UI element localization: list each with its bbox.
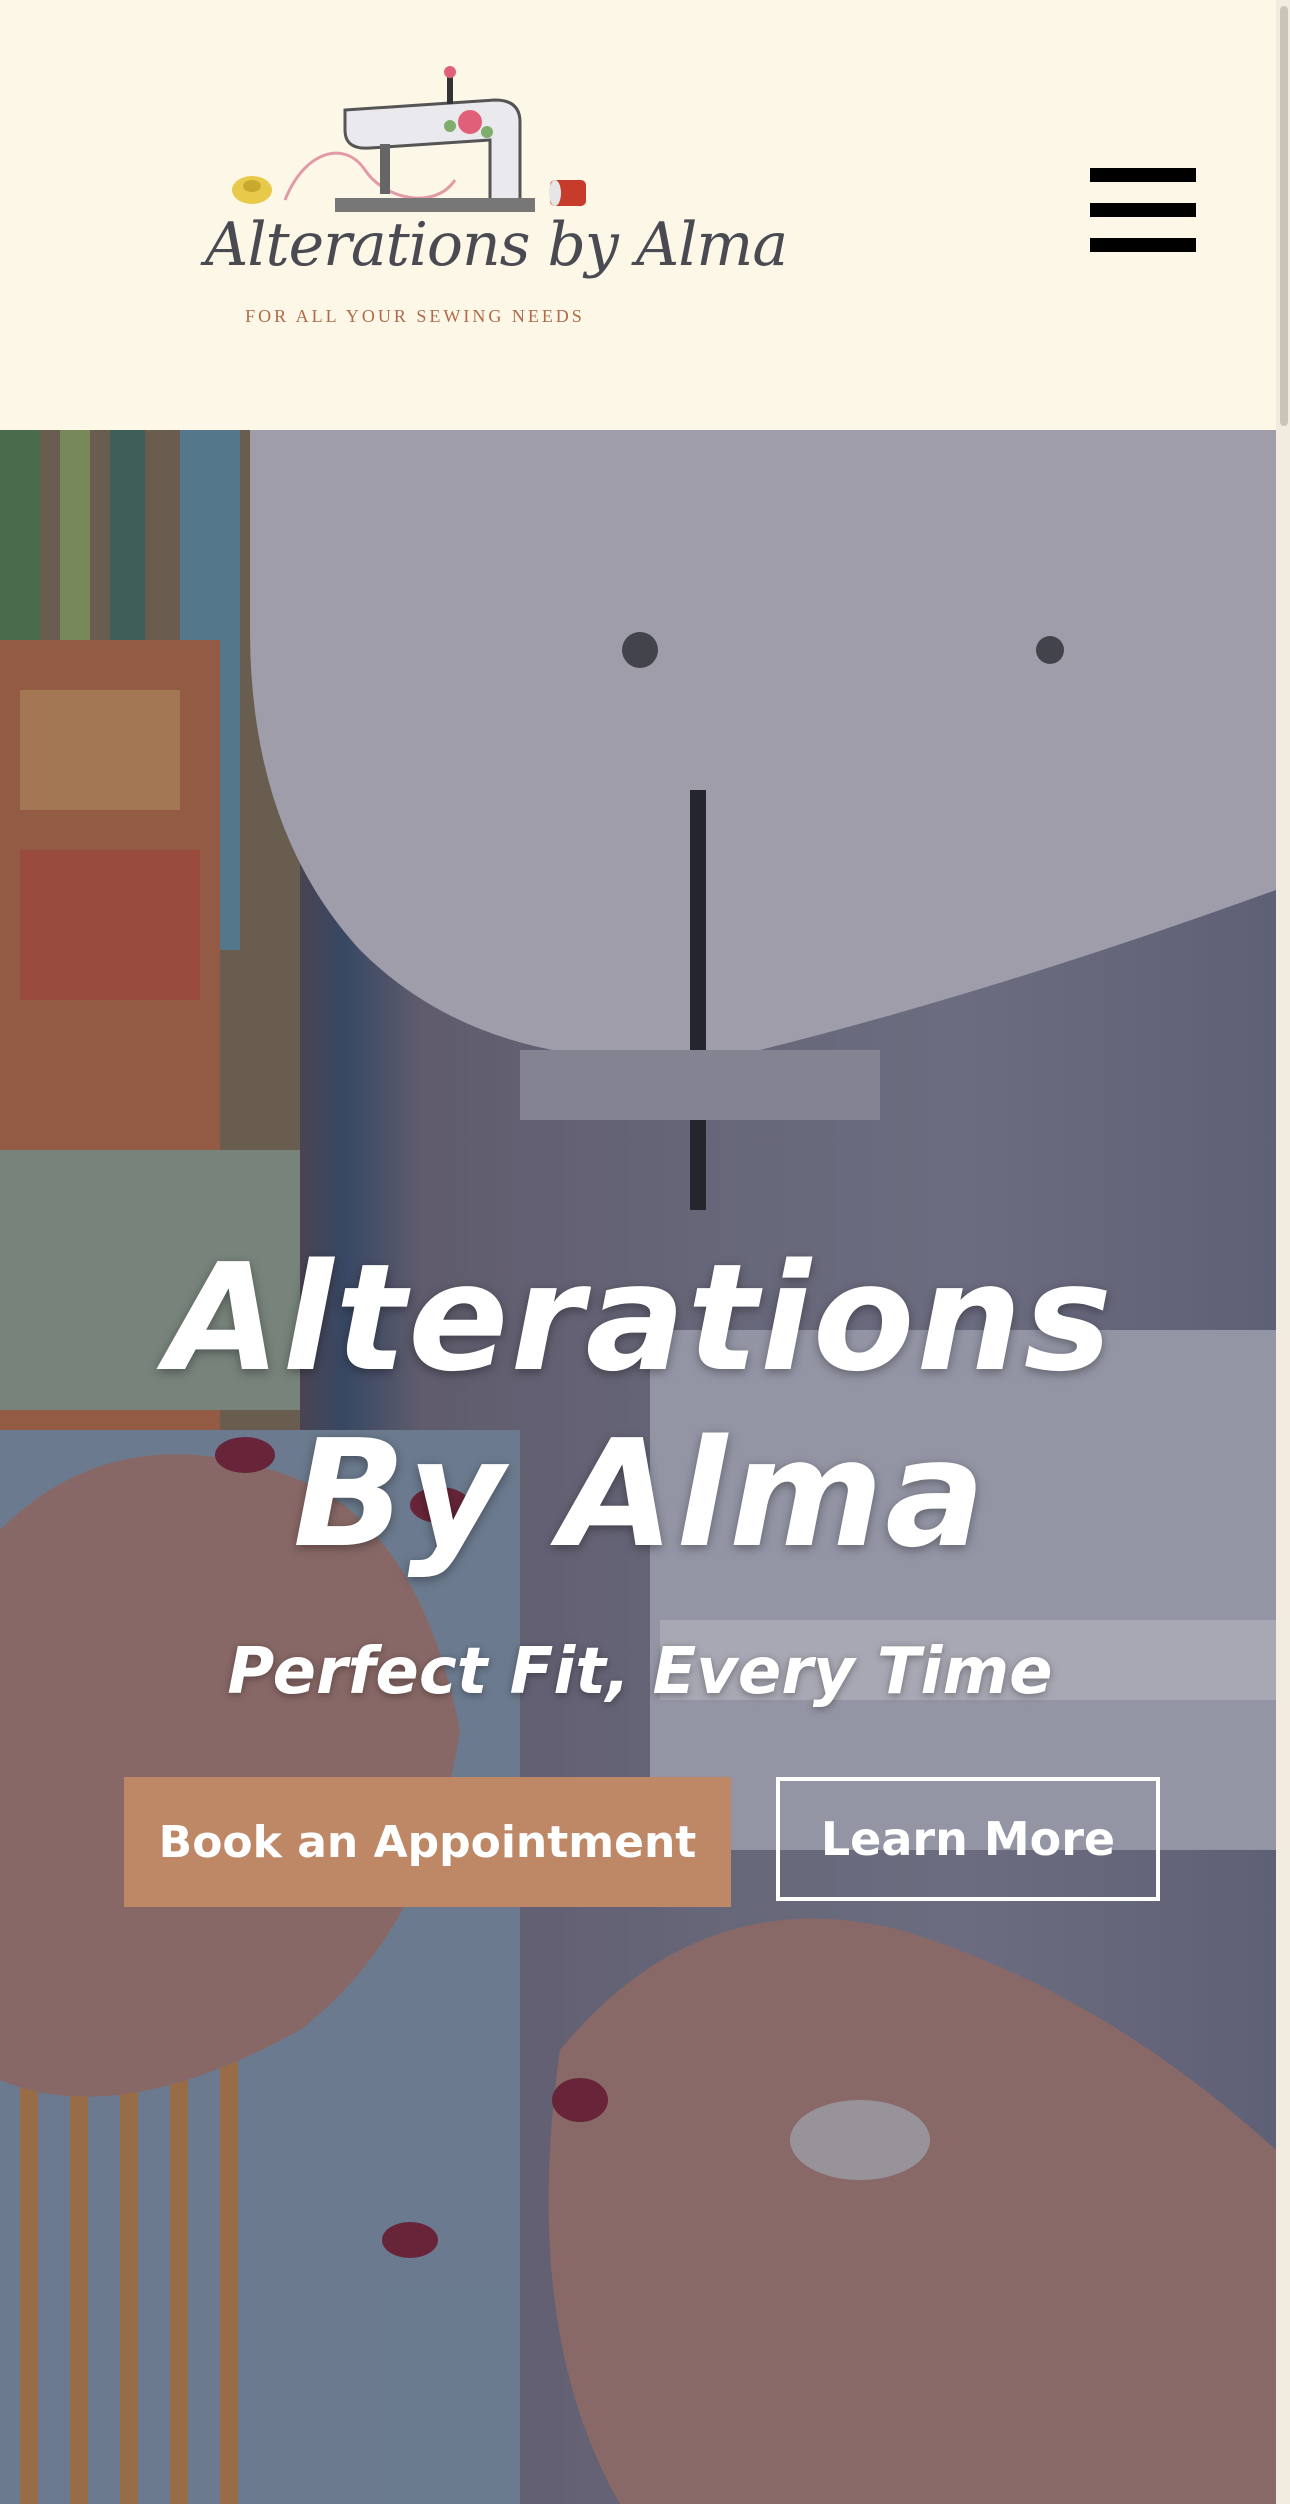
logo-tagline: FOR ALL YOUR SEWING NEEDS	[245, 306, 585, 326]
page-scrollbar[interactable]	[1276, 0, 1290, 2504]
logo-name: Alterations by Alma	[205, 210, 788, 280]
hamburger-bar	[1090, 168, 1196, 182]
hamburger-menu-icon[interactable]	[1090, 168, 1196, 252]
site-header: Alterations by Alma FOR ALL YOUR SEWING …	[0, 0, 1290, 430]
learn-more-button[interactable]: Learn More	[776, 1777, 1160, 1901]
hero-section: Alterations By Alma Perfect Fit, Every T…	[0, 430, 1276, 2504]
hamburger-bar	[1090, 238, 1196, 252]
hamburger-bar	[1090, 203, 1196, 217]
hero-title: Alterations By Alma	[166, 1232, 1114, 1580]
sewing-machine-icon	[232, 66, 586, 212]
hero-subtitle: Perfect Fit, Every Time	[227, 1635, 1053, 1709]
book-appointment-button[interactable]: Book an Appointment	[124, 1777, 731, 1907]
site-logo[interactable]: Alterations by Alma FOR ALL YOUR SEWING …	[195, 60, 788, 340]
scrollbar-thumb[interactable]	[1280, 6, 1288, 426]
